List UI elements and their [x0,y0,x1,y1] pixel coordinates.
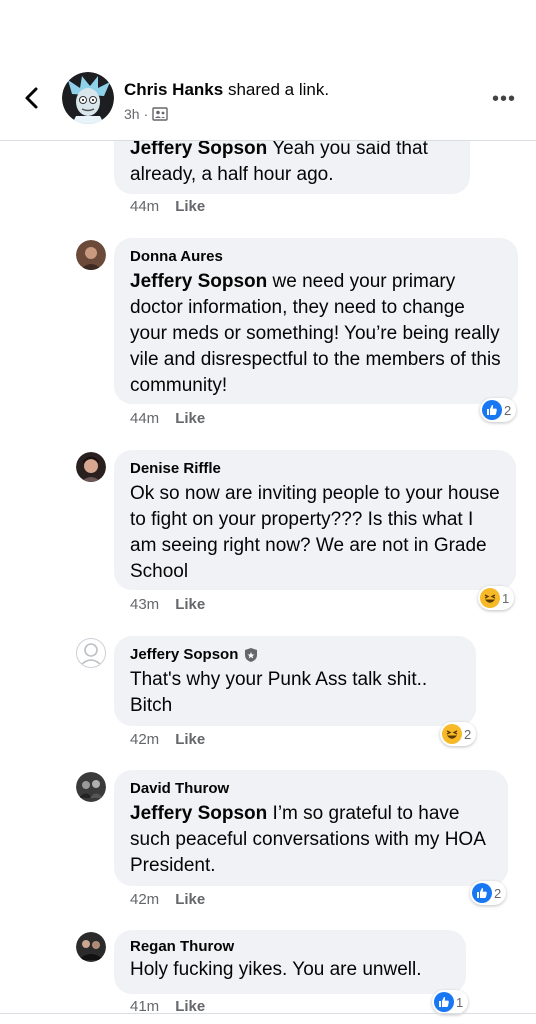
reaction-number: 2 [504,402,512,418]
comment-meta: 42m Like [130,731,205,748]
back-button[interactable] [18,84,46,112]
like-button[interactable]: Like [175,198,205,215]
comment-text: Jeffery Sopson Yeah you said that alread… [130,138,428,185]
comment-time[interactable]: 43m [130,596,159,613]
comment-bubble[interactable]: Denise Riffle Ok so now are inviting peo… [114,450,516,590]
avatar[interactable] [76,638,106,668]
comment-bubble[interactable]: Donna Aures Jeffery Sopson we need your … [114,238,518,404]
comment-meta: 42m Like [130,891,205,908]
admin-shield-icon [245,647,258,662]
comment-time[interactable]: 44m [130,198,159,215]
comment-time[interactable]: 41m [130,998,159,1014]
comment-text: That's why your Punk Ass talk shit.. Bit… [130,669,428,716]
comment-author-row: Jeffery Sopson [130,646,460,663]
reaction-count[interactable]: 2 [440,722,477,746]
group-privacy-icon [152,107,168,121]
comment-author[interactable]: Denise Riffle [130,460,500,477]
comment-meta: 44m Like [130,410,205,427]
like-button[interactable]: Like [175,891,205,908]
mention[interactable]: Jeffery Sopson [130,271,267,292]
comment-text: Ok so now are inviting people to your ho… [130,483,500,582]
post-time[interactable]: 3h [124,106,140,122]
comment-text: Jeffery Sopson we need your primary doct… [130,271,501,396]
haha-reaction-icon [442,724,462,744]
reaction-number: 2 [494,885,502,901]
like-button[interactable]: Like [175,998,205,1014]
comment-meta: 41m Like [130,998,205,1014]
comment-time[interactable]: 42m [130,891,159,908]
post-header: Chris Hanks shared a link. 3h · ••• [0,0,536,141]
avatar[interactable] [76,932,106,962]
reaction-count[interactable]: 1 [432,990,469,1014]
like-button[interactable]: Like [175,410,205,427]
like-reaction-icon [472,883,492,903]
comment-text: Jeffery Sopson I’m so grateful to have s… [130,803,485,876]
haha-reaction-icon [480,588,500,608]
chevron-left-icon [25,87,38,109]
like-reaction-icon [434,992,454,1012]
more-icon: ••• [491,88,516,110]
post-action: shared a link. [227,80,330,99]
mention[interactable]: Jeffery Sopson [130,803,267,824]
comment-author[interactable]: David Thurow [130,780,492,797]
comment-meta: 43m Like [130,596,205,613]
comment-time[interactable]: 44m [130,410,159,427]
meta-dot: · [143,106,149,122]
comment-time[interactable]: 42m [130,731,159,748]
avatar[interactable] [76,772,106,802]
reaction-count[interactable]: 2 [480,398,517,422]
comment-bubble[interactable]: Regan Thurow Holy fucking yikes. You are… [114,930,466,994]
comment-bubble[interactable]: Jeffery Sopson That's why your Punk Ass … [114,636,476,726]
comment-meta: 44m Like [130,198,205,215]
comment-bubble[interactable]: David Thurow Jeffery Sopson I’m so grate… [114,770,508,886]
comment-author[interactable]: Jeffery Sopson [130,646,238,663]
poster-line: Chris Hanks shared a link. [124,80,329,100]
poster-avatar[interactable] [62,72,114,124]
more-options-button[interactable]: ••• [492,88,516,111]
reaction-number: 1 [456,994,464,1010]
reaction-count[interactable]: 1 [478,586,515,610]
post-meta: 3h · [124,106,168,122]
avatar[interactable] [76,240,106,270]
like-button[interactable]: Like [175,731,205,748]
avatar[interactable] [76,452,106,482]
reaction-number: 1 [502,590,510,606]
like-reaction-icon [482,400,502,420]
reaction-count[interactable]: 2 [470,881,507,905]
poster-name[interactable]: Chris Hanks [124,80,223,99]
comment-author[interactable]: Regan Thurow [130,938,450,955]
comment-author[interactable]: Donna Aures [130,248,502,265]
mention[interactable]: Jeffery Sopson [130,138,267,159]
divider [0,1013,536,1014]
like-button[interactable]: Like [175,596,205,613]
reaction-number: 2 [464,726,472,742]
comment-text: Holy fucking yikes. You are unwell. [130,959,422,980]
